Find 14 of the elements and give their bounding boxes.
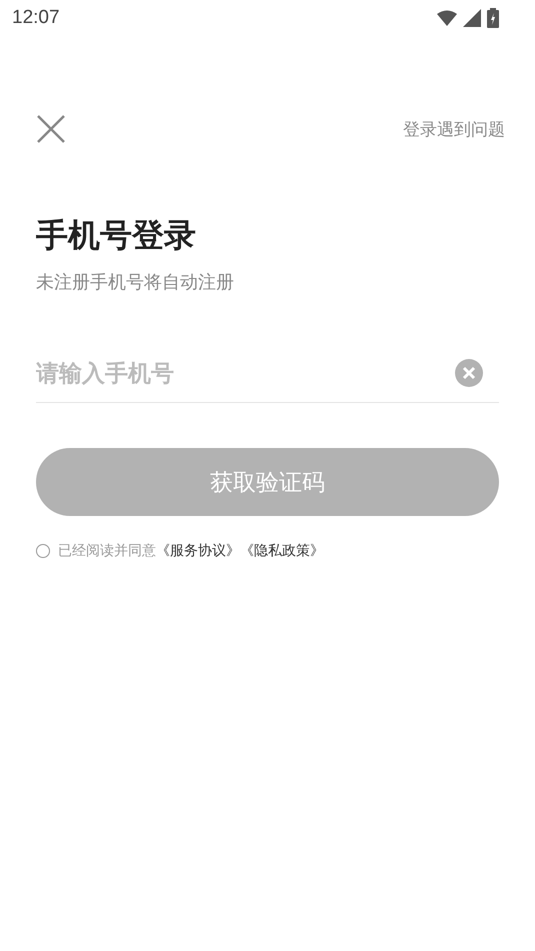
help-link[interactable]: 登录遇到问题 [403, 118, 505, 140]
policy-link[interactable]: 《服务协议》 [156, 542, 240, 560]
status-time: 12:07 [12, 7, 60, 29]
policy-link[interactable]: 《隐私政策》 [240, 542, 324, 560]
battery-icon [487, 8, 499, 28]
agreement-text: 已经阅读并同意 [58, 542, 156, 560]
clear-icon[interactable] [455, 359, 483, 387]
page-title: 手机号登录 [36, 216, 197, 255]
wifi-icon [437, 10, 457, 26]
close-icon[interactable] [36, 114, 66, 144]
signal-icon [463, 9, 481, 27]
phone-input-field[interactable]: 请输入手机号 [36, 360, 455, 386]
page-subtitle: 未注册手机号将自动注册 [36, 271, 235, 294]
agree-radio[interactable] [36, 544, 50, 558]
